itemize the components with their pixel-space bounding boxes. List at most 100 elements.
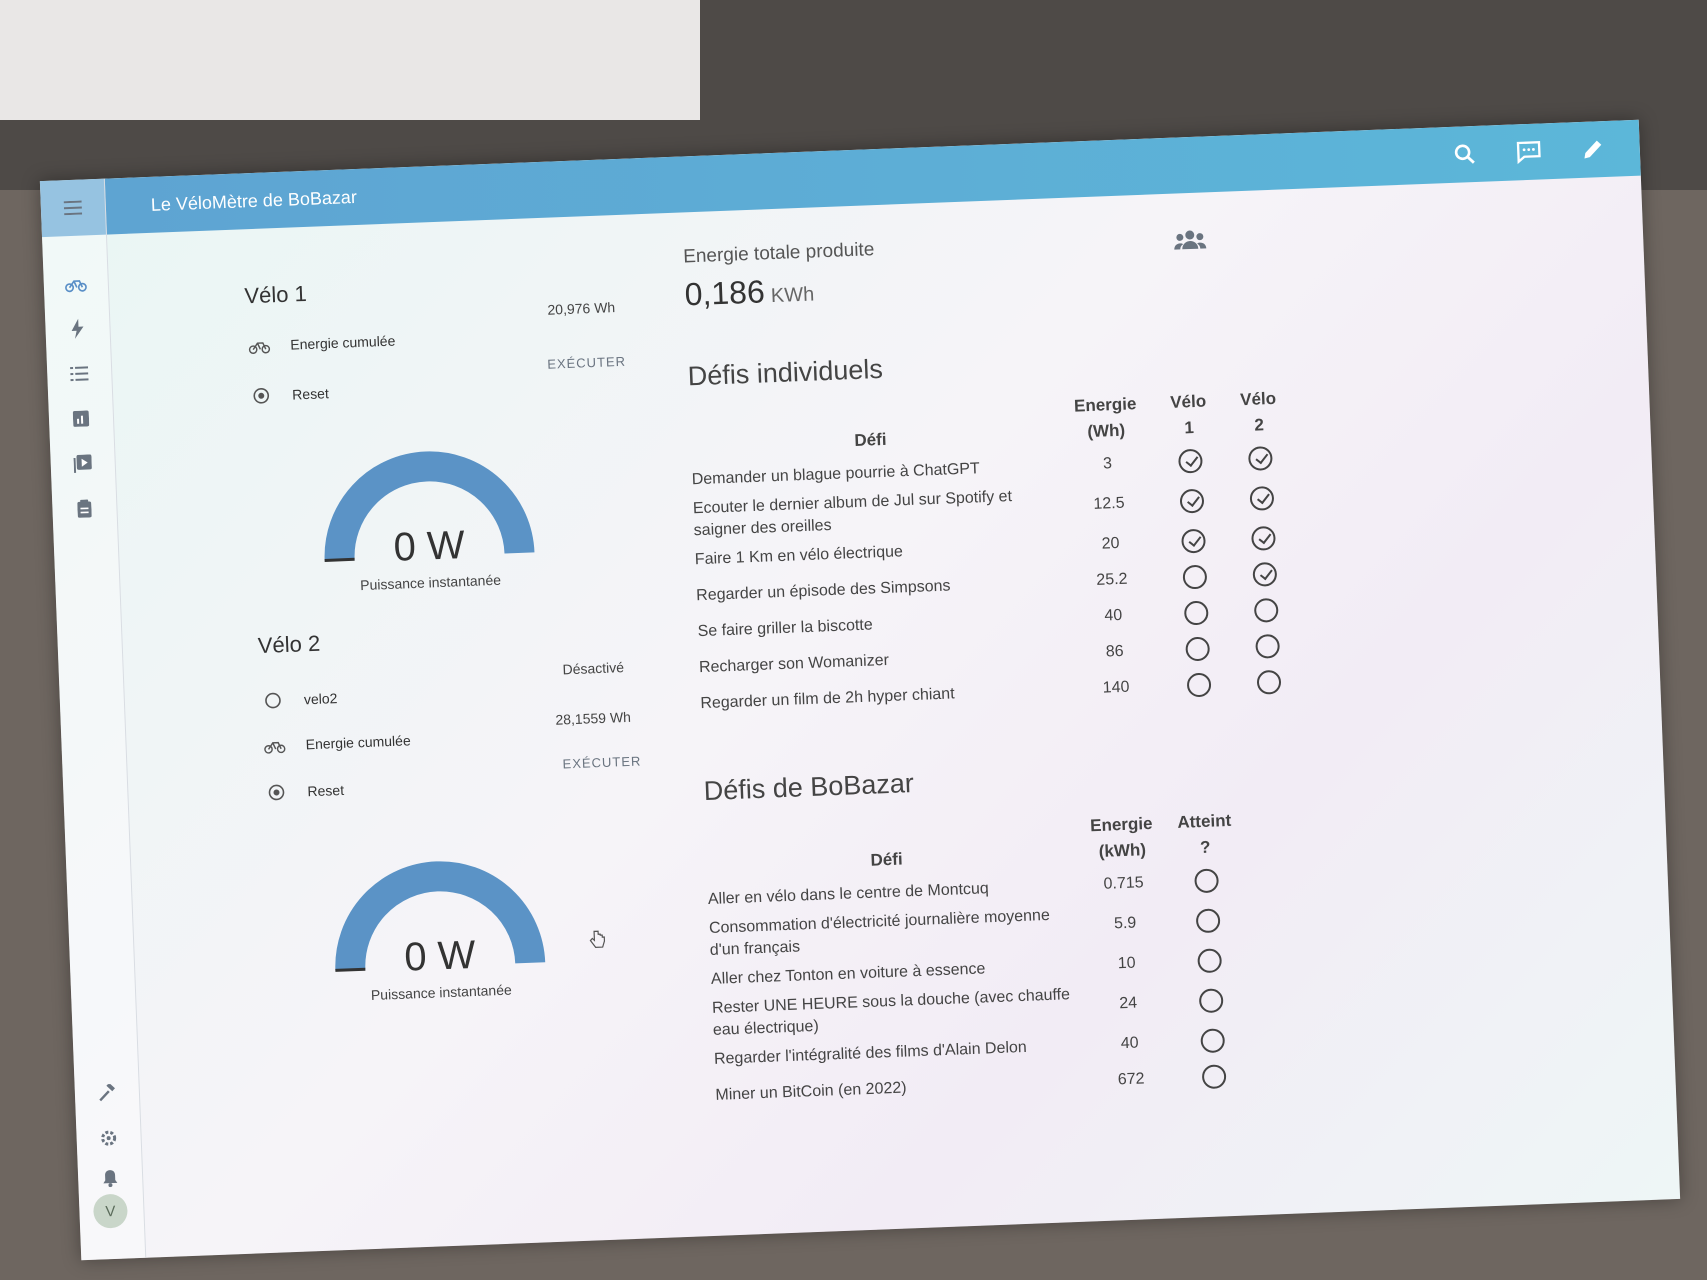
check-circle-icon: [1247, 446, 1273, 471]
app-title: Le VéloMètre de BoBazar: [150, 186, 358, 215]
total-energy-value: 0,186: [683, 273, 766, 313]
velo2-status: [1229, 555, 1300, 594]
toolbar-actions: [1447, 121, 1611, 183]
total-energy-label: Energie totale produite: [682, 239, 875, 268]
avatar[interactable]: V: [92, 1193, 129, 1229]
empty-circle-icon: [1256, 669, 1282, 695]
defis-individuels-title: Défis individuels: [687, 353, 884, 392]
velo2-execute-button[interactable]: EXÉCUTER: [562, 753, 641, 771]
defi-energie: 3: [1102, 455, 1113, 473]
velo2-status: [1228, 519, 1299, 558]
defis-bobazar-table: Défi Energie (kWh) Atteint? Aller en vélo…: [697, 806, 1250, 1115]
clipboard-icon[interactable]: [70, 494, 99, 523]
atteint-status: [1178, 1057, 1249, 1096]
empty-circle-icon: [1183, 600, 1209, 626]
atteint-status: [1177, 1021, 1248, 1060]
edit-icon[interactable]: [1575, 132, 1610, 167]
velo1-status: [1156, 478, 1228, 525]
defis-individuels-body: Demander un blague pourrie à ChatGPT 3 Eco…: [683, 439, 1305, 722]
velo1-reset-label: Reset: [291, 385, 330, 403]
velo2-switch-label: velo2: [303, 690, 338, 708]
search-icon[interactable]: [1447, 137, 1482, 172]
velo2-power-gauge: 0 W Puissance instantanée: [326, 852, 552, 1010]
empty-circle-icon: [1182, 564, 1208, 590]
velo2-reset-label: Reset: [307, 781, 345, 800]
hammer-icon[interactable]: [92, 1079, 121, 1108]
check-circle-icon: [1179, 488, 1205, 514]
defi-energie: 0.715: [1103, 874, 1144, 893]
group-icon[interactable]: [1173, 228, 1208, 256]
velo2-status: [1226, 475, 1298, 522]
velo1-status: [1163, 666, 1234, 705]
bike-icon: [261, 732, 288, 759]
list-icon[interactable]: [65, 359, 94, 388]
wall-paper: [0, 0, 700, 120]
velo2-reset-row: Reset: [263, 777, 345, 806]
atteint-status: [1174, 941, 1245, 980]
velo2-switch-state: Désactivé: [562, 659, 625, 678]
lightning-icon[interactable]: [63, 314, 92, 343]
hand-cursor-icon: [589, 930, 610, 951]
velo1-gauge-label: Puissance instantanée: [359, 571, 502, 594]
menu-icon[interactable]: [58, 193, 87, 222]
defi-energie: 10: [1117, 954, 1136, 973]
total-energy: 0,186 KWh: [684, 271, 815, 313]
velo1-energy-row[interactable]: Energie cumulée: [246, 328, 396, 360]
reset-icon: [263, 779, 290, 806]
velo1-gauge-value: 0 W: [392, 523, 466, 570]
empty-circle-icon: [1195, 908, 1221, 934]
reset-icon: [248, 382, 275, 409]
projected-dashboard: Le VéloMètre de BoBazar V Vélo 1 Energie…: [39, 119, 1681, 1261]
velo2-energy-row[interactable]: Energie cumulée: [261, 727, 411, 759]
velo1-energy-value: 20,976 Wh: [547, 299, 616, 318]
bike-icon: [246, 332, 273, 359]
empty-circle-icon: [1198, 988, 1224, 1014]
velo2-energy-value: 28,1559 Wh: [555, 708, 632, 728]
defis-bobazar-title: Défis de BoBazar: [703, 768, 915, 807]
check-circle-icon: [1252, 561, 1278, 587]
defi-energie: 672: [1117, 1070, 1145, 1089]
empty-circle-icon: [1200, 1028, 1226, 1054]
check-circle-icon: [1251, 525, 1276, 551]
empty-circle-icon: [1185, 636, 1211, 662]
defi-energie: 86: [1105, 642, 1124, 661]
media-icon[interactable]: [68, 449, 97, 478]
empty-circle-icon: [1255, 633, 1281, 659]
empty-circle-icon: [1197, 948, 1223, 974]
chat-icon[interactable]: [1511, 134, 1546, 169]
defi-energie: 5.9: [1113, 914, 1137, 933]
velo2-status: [1233, 663, 1304, 702]
chart-icon[interactable]: [66, 404, 95, 433]
col-velo2: Vélo 2: [1239, 388, 1277, 435]
empty-circle-icon: [1201, 1064, 1227, 1090]
bike-icon[interactable]: [61, 269, 90, 298]
col-atteint: Atteint?: [1177, 810, 1232, 858]
velo2-status: [1232, 627, 1303, 666]
check-circle-icon: [1178, 448, 1203, 474]
velo1-status: [1158, 522, 1229, 561]
defi-energie: 24: [1119, 994, 1138, 1013]
atteint-status: [1175, 977, 1247, 1024]
defi-energie: 40: [1104, 606, 1123, 625]
velo2-switch-row[interactable]: velo2: [259, 685, 338, 714]
atteint-status: [1171, 862, 1242, 901]
defis-bobazar-body: Aller en vélo dans le centre de Montcuq 0…: [699, 862, 1250, 1115]
velo1-status: [1159, 558, 1230, 597]
gear-icon[interactable]: [94, 1124, 123, 1153]
velo2-status: [1225, 439, 1296, 478]
velo2-status: [1231, 591, 1302, 630]
atteint-status: [1172, 897, 1244, 944]
col-energie: Energie (Wh): [1073, 394, 1137, 442]
col-velo1: Vélo 1: [1169, 391, 1207, 438]
bell-icon[interactable]: [96, 1164, 125, 1193]
velo2-gauge-value: 0 W: [403, 932, 477, 980]
empty-circle-icon: [1186, 672, 1212, 698]
velo2-gauge-label: Puissance instantanée: [370, 981, 512, 1003]
defi-energie: 25.2: [1096, 570, 1128, 589]
empty-circle-icon: [1253, 597, 1279, 623]
velo1-execute-button[interactable]: EXÉCUTER: [547, 354, 626, 372]
velo1-title: Vélo 1: [243, 280, 308, 309]
check-circle-icon: [1181, 528, 1206, 554]
velo2-title: Vélo 2: [257, 630, 321, 659]
velo1-energy-label: Energie cumulée: [290, 332, 396, 353]
